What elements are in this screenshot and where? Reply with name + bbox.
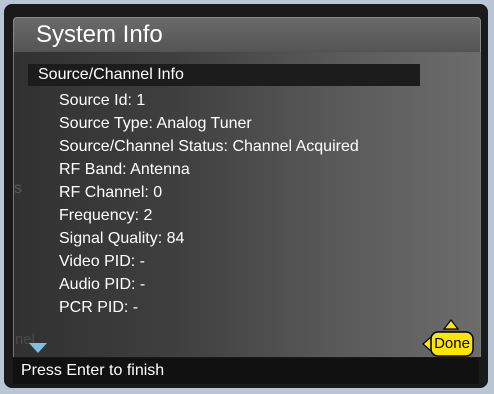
content-panel: s nel Source/Channel Info Source Id: 1 S… bbox=[13, 52, 481, 369]
list-item: Audio PID: - bbox=[59, 276, 146, 293]
section-header: Source/Channel Info bbox=[28, 64, 420, 86]
title-bar: System Info bbox=[13, 17, 481, 53]
list-item: Source Type: Analog Tuner bbox=[59, 115, 252, 132]
system-info-dialog: System Info s nel Source/Channel Info So… bbox=[4, 4, 488, 388]
list-item: RF Band: Antenna bbox=[59, 161, 190, 178]
info-list: Source Id: 1 Source Type: Analog Tuner S… bbox=[59, 89, 359, 319]
list-item: PCR PID: - bbox=[59, 299, 139, 316]
scroll-down-arrow-icon[interactable] bbox=[29, 343, 47, 353]
status-hint: Press Enter to finish bbox=[21, 362, 165, 379]
list-item: Signal Quality: 84 bbox=[59, 230, 185, 247]
list-item: Source/Channel Status: Channel Acquired bbox=[59, 138, 359, 155]
section-header-label: Source/Channel Info bbox=[38, 66, 184, 83]
dialog-title: System Info bbox=[36, 21, 163, 48]
done-button-label: Done bbox=[434, 335, 470, 352]
list-item: RF Channel: 0 bbox=[59, 184, 163, 201]
list-item: Source Id: 1 bbox=[59, 92, 146, 109]
background-ghost-text: s bbox=[14, 180, 22, 197]
list-item: Video PID: - bbox=[59, 253, 145, 270]
status-bar: Press Enter to finish bbox=[13, 358, 479, 384]
list-item: Frequency: 2 bbox=[59, 207, 153, 224]
